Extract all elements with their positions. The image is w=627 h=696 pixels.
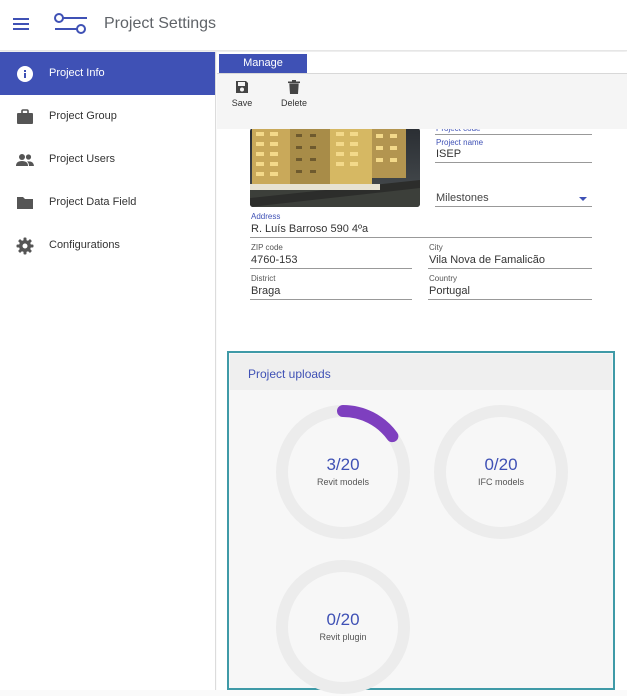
uploads-title: Project uploads <box>248 367 331 381</box>
zip-code-label: ZIP code <box>251 243 283 252</box>
milestones-value: Milestones <box>436 192 489 204</box>
gear-icon <box>16 237 34 255</box>
project-name-value: ISEP <box>436 148 462 160</box>
gauge-label: Revit plugin <box>319 632 367 642</box>
sidebar-item-label: Project Group <box>49 110 117 122</box>
country-field[interactable]: Country Portugal <box>428 274 592 300</box>
settings-sliders-icon <box>54 13 87 34</box>
save-button[interactable]: Save <box>222 80 262 120</box>
tab-manage[interactable]: Manage <box>219 54 307 73</box>
milestones-select[interactable]: Milestones <box>435 189 592 207</box>
district-value: Braga <box>251 285 281 297</box>
delete-label: Delete <box>280 98 307 108</box>
gauge-label: Revit models <box>316 477 370 487</box>
address-field[interactable]: Address R. Luís Barroso 590 4ºa <box>250 212 592 238</box>
district-field[interactable]: District Braga <box>250 274 412 300</box>
sidebar-item-project-data-field[interactable]: Project Data Field <box>0 181 215 224</box>
dropdown-arrow-icon <box>579 197 587 201</box>
sidebar-item-project-group[interactable]: Project Group <box>0 95 215 138</box>
page-title: Project Settings <box>104 15 217 32</box>
people-icon <box>16 154 34 166</box>
project-image <box>250 128 420 207</box>
ifc-models-gauge: 0/20 IFC models <box>432 403 570 541</box>
sidebar-item-label: Configurations <box>49 239 120 251</box>
revit-models-gauge: 3/20 Revit models <box>274 403 412 541</box>
city-field[interactable]: City Vila Nova de Famalicão <box>428 243 592 269</box>
save-label: Save <box>231 98 253 108</box>
sidebar-item-project-users[interactable]: Project Users <box>0 138 215 181</box>
main-content: Project code Project name ISEP Milestone… <box>217 52 627 694</box>
zip-code-field[interactable]: ZIP code 4760-153 <box>250 243 412 269</box>
save-icon <box>236 81 248 93</box>
country-label: Country <box>429 274 458 283</box>
sidebar: Project Info Project Group Project Users… <box>0 52 216 690</box>
gauge-value: 0/20 <box>484 455 518 474</box>
briefcase-icon <box>17 109 33 124</box>
sidebar-item-label: Project Users <box>49 153 116 165</box>
project-name-label: Project name <box>436 138 484 147</box>
app-bar: Project Settings <box>0 0 627 51</box>
city-value: Vila Nova de Famalicão <box>429 254 545 266</box>
address-value: R. Luís Barroso 590 4ºa <box>251 223 369 235</box>
toolbar: Save Delete <box>217 73 627 129</box>
gauge-value: 3/20 <box>326 455 360 474</box>
trash-icon <box>288 80 300 94</box>
country-value: Portugal <box>429 285 470 297</box>
sidebar-item-label: Project Info <box>49 67 105 79</box>
info-icon <box>17 66 33 82</box>
sidebar-item-label: Project Data Field <box>49 196 137 208</box>
city-label: City <box>429 243 443 252</box>
revit-plugin-gauge: 0/20 Revit plugin <box>274 558 412 696</box>
gauge-label: IFC models <box>477 477 524 487</box>
zip-code-value: 4760-153 <box>251 254 298 266</box>
address-label: Address <box>251 212 281 221</box>
sidebar-item-project-info[interactable]: Project Info <box>0 52 215 95</box>
uploads-header: Project uploads <box>230 354 612 390</box>
district-label: District <box>251 274 276 283</box>
delete-button[interactable]: Delete <box>274 80 314 120</box>
folder-icon <box>17 197 33 209</box>
sidebar-item-configurations[interactable]: Configurations <box>0 224 215 267</box>
project-name-field[interactable]: Project name ISEP <box>435 138 592 163</box>
gauge-value: 0/20 <box>326 610 360 629</box>
project-uploads-panel: Project uploads 3/20 Revit models 0/20 I… <box>227 351 615 694</box>
menu-icon[interactable] <box>13 18 29 30</box>
